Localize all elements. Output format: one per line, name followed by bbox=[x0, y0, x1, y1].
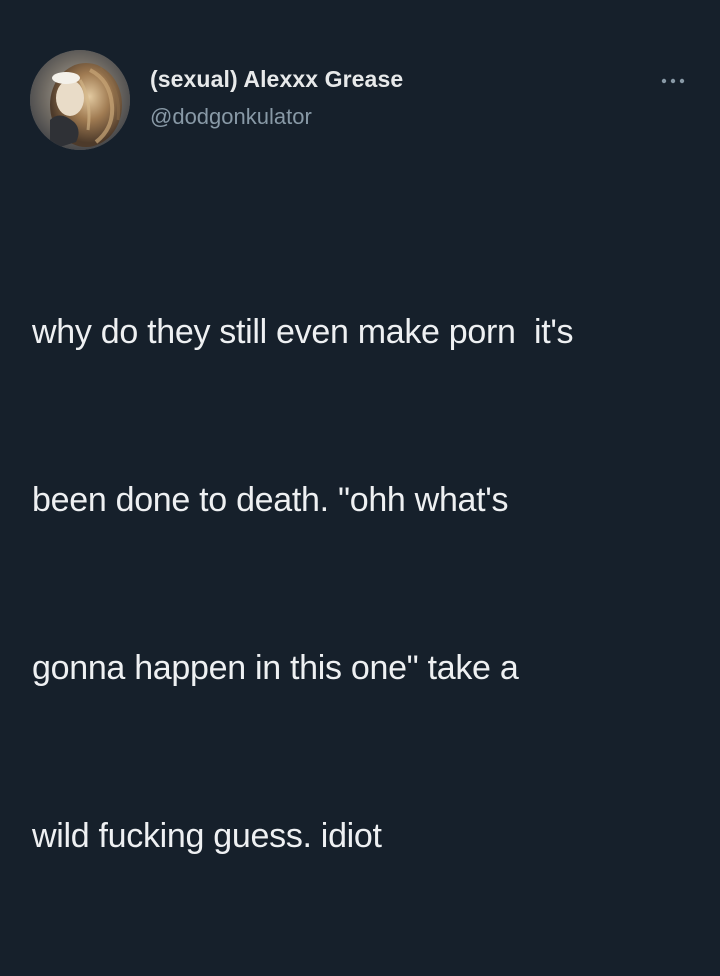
tweet-text-line: gonna happen in this one" take a bbox=[32, 649, 519, 687]
tweet-card: (sexual) Alexxx Grease @dodgonkulator wh… bbox=[0, 0, 720, 855]
author-avatar[interactable] bbox=[30, 50, 130, 150]
tweet-text-line: been done to death. "ohh what's bbox=[32, 481, 509, 519]
tweet-text-line: wild fucking guess. idiot bbox=[32, 817, 382, 855]
ellipsis-icon[interactable] bbox=[660, 76, 686, 86]
author-display-name[interactable]: (sexual) Alexxx Grease bbox=[150, 66, 403, 93]
tweet-body: why do they still even make porn it's be… bbox=[32, 192, 702, 976]
profile-photo-avatar-icon bbox=[30, 50, 130, 150]
tweet-text-line: why do they still even make porn it's bbox=[32, 313, 574, 351]
author-handle[interactable]: @dodgonkulator bbox=[150, 104, 312, 130]
